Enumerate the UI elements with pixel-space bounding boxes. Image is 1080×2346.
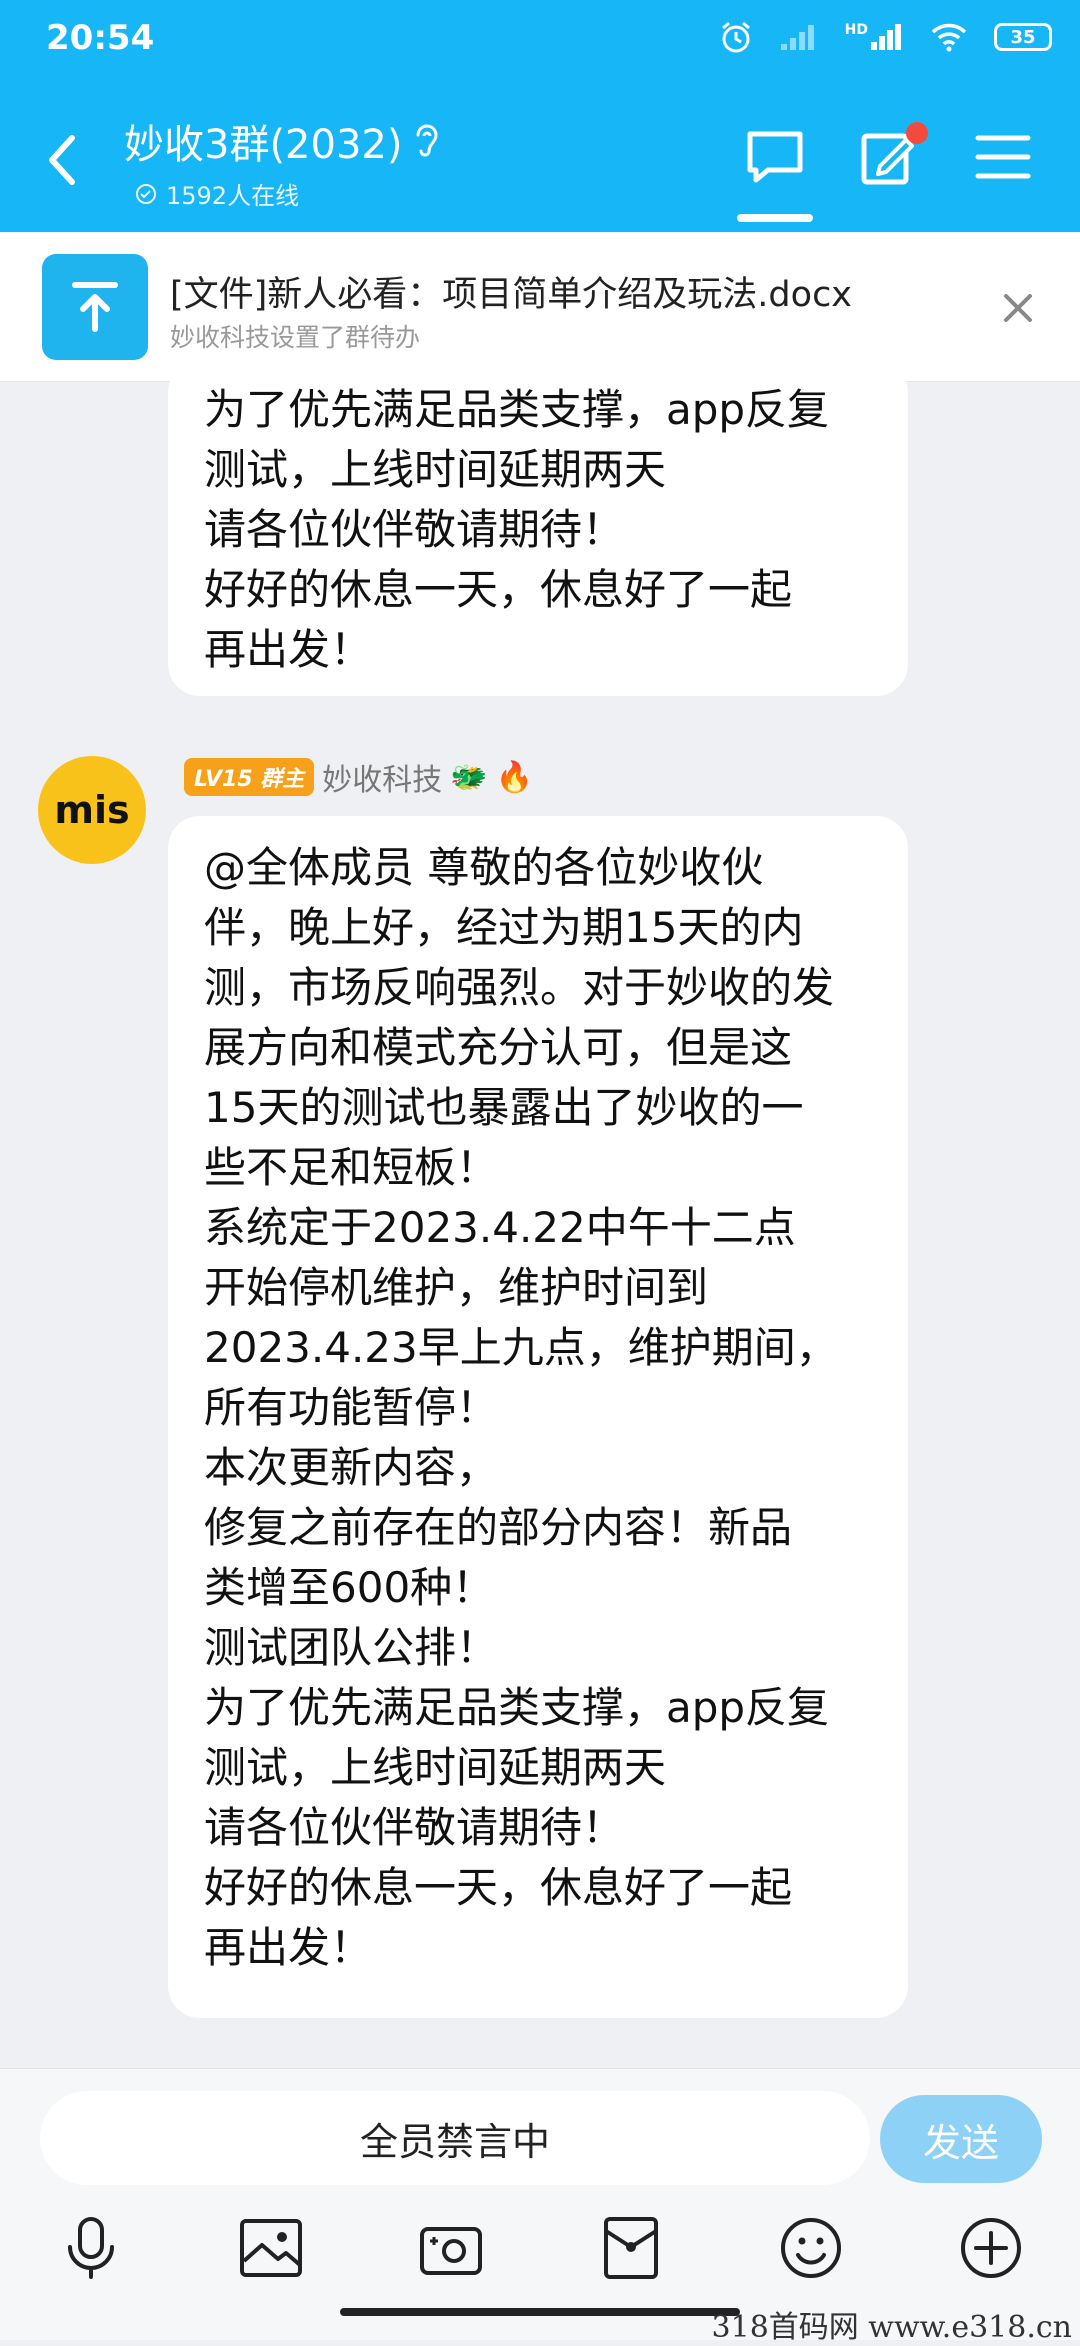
red-packet-icon[interactable] bbox=[596, 2213, 666, 2283]
group-title[interactable]: 妙收3群(2032) bbox=[124, 112, 442, 170]
emoji-icon[interactable] bbox=[776, 2213, 846, 2283]
message-line: 再出发！ bbox=[204, 1923, 373, 1972]
message-line: 测试，上线时间延期两天 bbox=[204, 445, 667, 494]
pinned-subtitle: 妙收科技设置了群待办 bbox=[170, 323, 421, 352]
message-line: 开始停机维护，维护时间到 bbox=[204, 1263, 709, 1312]
message-line: 类增至600种！ bbox=[204, 1563, 495, 1612]
message-line: 为了优先满足品类支撑，app反复 bbox=[204, 385, 830, 434]
signal-icon bbox=[871, 24, 901, 50]
camera-icon[interactable] bbox=[416, 2213, 486, 2283]
watermark: 318首码网 www.e318.cn bbox=[711, 2310, 1072, 2345]
battery-indicator: 35 bbox=[994, 23, 1052, 51]
online-text: 1592人在线 bbox=[166, 182, 300, 210]
dragon-icon: 🐲 bbox=[450, 759, 488, 795]
hd-label: HD bbox=[844, 22, 868, 38]
level-badge: LV15 群主 bbox=[184, 758, 315, 796]
alarm-icon bbox=[721, 21, 750, 53]
group-name: 妙收3群(2032) bbox=[124, 122, 403, 168]
signal-weak-icon bbox=[780, 25, 814, 50]
microphone-icon[interactable] bbox=[56, 2213, 126, 2283]
message-line: 系统定于2023.4.22中午十二点 bbox=[204, 1203, 796, 1252]
message-line: 所有功能暂停！ bbox=[204, 1383, 499, 1432]
close-icon[interactable] bbox=[998, 288, 1038, 328]
message-line: 伴，晚上好，经过为期15天的内 bbox=[204, 903, 804, 952]
ear-icon[interactable] bbox=[412, 121, 442, 161]
message-line: 测试团队公排！ bbox=[204, 1623, 499, 1672]
online-count: 1592人在线 bbox=[134, 176, 299, 211]
avatar[interactable]: mis bbox=[38, 756, 146, 864]
signal-hd: HD bbox=[845, 22, 904, 52]
message-line: 测，市场反响强烈。对于妙收的发 bbox=[204, 963, 835, 1012]
notification-dot bbox=[906, 122, 928, 144]
message-line: 2023.4.23早上九点，维护期间， bbox=[204, 1323, 838, 1372]
avatar-text: mis bbox=[54, 788, 130, 832]
message-line: 展方向和模式充分认可，但是这 bbox=[204, 1023, 793, 1072]
upload-file-icon bbox=[42, 254, 148, 360]
sender-name[interactable]: 妙收科技 bbox=[322, 755, 442, 799]
pinned-title: [文件]新人必看：项目简单介绍及玩法.docx bbox=[170, 275, 853, 315]
status-icons: HD 35 bbox=[719, 20, 1052, 54]
chat-tab-icon[interactable] bbox=[744, 126, 806, 188]
message-line: 好好的休息一天，休息好了一起 bbox=[204, 565, 793, 614]
composer-bar: 全员禁言中 发送 bbox=[0, 2068, 1080, 2340]
check-circle-icon bbox=[136, 183, 156, 204]
message-line: @全体成员 尊敬的各位妙收伙 bbox=[204, 843, 764, 892]
message-input[interactable]: 全员禁言中 bbox=[40, 2091, 870, 2185]
send-button[interactable]: 发送 bbox=[880, 2095, 1042, 2183]
plus-icon[interactable] bbox=[956, 2213, 1026, 2283]
status-time: 20:54 bbox=[46, 18, 155, 58]
menu-icon[interactable] bbox=[972, 126, 1034, 188]
home-indicator[interactable] bbox=[340, 2308, 740, 2316]
message-line: 测试，上线时间延期两天 bbox=[204, 1743, 667, 1792]
message-line: 为了优先满足品类支撑，app反复 bbox=[204, 1683, 830, 1732]
message-line: 好好的休息一天，休息好了一起 bbox=[204, 1863, 793, 1912]
message-line: 15天的测试也暴露出了妙收的一 bbox=[204, 1083, 804, 1132]
message-line: 请各位伙伴敬请期待！ bbox=[204, 505, 625, 554]
chat-header: 20:54 HD 35 妙收3群(2032) 1592人在线 bbox=[0, 0, 1080, 232]
image-icon[interactable] bbox=[236, 2213, 306, 2283]
message-bubble[interactable]: @全体成员 尊敬的各位妙收伙 伴，晚上好，经过为期15天的内 测，市场反响强烈。… bbox=[168, 816, 908, 2018]
message-bubble[interactable]: 为了优先满足品类支撑，app反复 测试，上线时间延期两天 请各位伙伴敬请期待！ … bbox=[168, 360, 908, 696]
message-line: 修复之前存在的部分内容！新品 bbox=[204, 1503, 793, 1552]
fire-icon: 🔥 bbox=[495, 759, 534, 795]
message-line: 再出发！ bbox=[204, 625, 373, 674]
active-tab-indicator bbox=[737, 214, 813, 222]
message-line: 请各位伙伴敬请期待！ bbox=[204, 1803, 625, 1852]
message-line: 本次更新内容， bbox=[204, 1443, 499, 1492]
sender-info: LV15 群主 妙收科技 🐲 🔥 bbox=[184, 752, 533, 802]
back-button[interactable] bbox=[42, 132, 82, 188]
message-line: 些不足和短板！ bbox=[204, 1143, 499, 1192]
wifi-icon bbox=[931, 23, 967, 52]
